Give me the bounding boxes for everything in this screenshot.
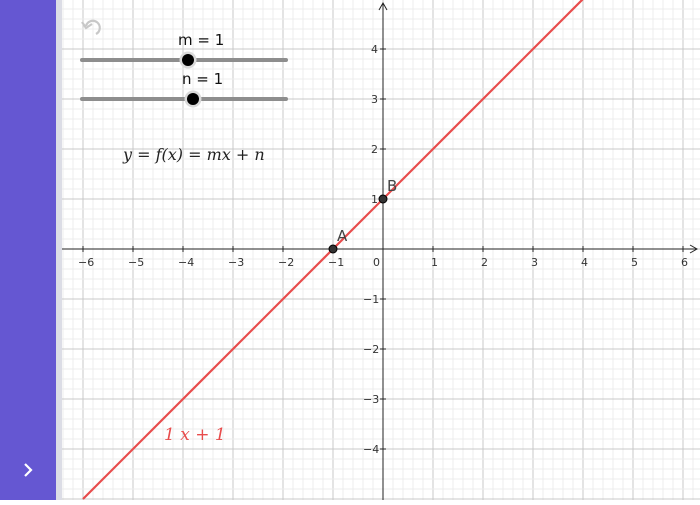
undo-icon[interactable] xyxy=(81,19,101,35)
graphics-view[interactable]: −6 −5 −4 −3 −2 −1 0 1 2 3 4 5 6 4 3 2 1 −1 −2 −3 −4 AB 1 x +… xyxy=(52,0,700,500)
point-a[interactable] xyxy=(328,244,338,254)
slider-m-handle[interactable] xyxy=(179,51,197,69)
x-tick-label: −6 xyxy=(78,256,94,269)
x-tick-label: −3 xyxy=(228,256,244,269)
slider-n-label: n = 1 xyxy=(182,70,223,88)
y-tick-label: 2 xyxy=(371,143,378,156)
slider-m-label: m = 1 xyxy=(178,31,224,49)
point-a-label: A xyxy=(337,227,348,245)
x-tick-label: −1 xyxy=(328,256,344,269)
slider-n-handle[interactable] xyxy=(184,90,202,108)
x-tick-label: 3 xyxy=(531,256,538,269)
x-tick-label: 6 xyxy=(681,256,688,269)
y-tick-label: −2 xyxy=(363,343,379,356)
y-tick-label: 4 xyxy=(371,43,378,56)
x-tick-label: −2 xyxy=(278,256,294,269)
y-tick-label: −1 xyxy=(363,293,379,306)
y-tick-label: −3 xyxy=(363,393,379,406)
x-tick-label: 1 xyxy=(431,256,438,269)
function-label[interactable]: 1 x + 1 xyxy=(164,425,226,445)
x-tick-label: −4 xyxy=(178,256,194,269)
x-tick-label: 5 xyxy=(631,256,638,269)
point-b[interactable] xyxy=(378,194,388,204)
point-b-label: B xyxy=(387,177,397,195)
expand-sidebar-button[interactable] xyxy=(14,456,42,484)
y-tick-label: 3 xyxy=(371,93,378,106)
x-tick-label: 2 xyxy=(481,256,488,269)
chevron-right-icon xyxy=(24,463,33,477)
sidebar xyxy=(0,0,56,500)
x-tick-label: 0 xyxy=(373,256,380,269)
x-tick-label: −5 xyxy=(128,256,144,269)
x-tick-label: 4 xyxy=(581,256,588,269)
y-tick-label: −4 xyxy=(363,443,379,456)
formula-text: y = f(x) = mx + n xyxy=(122,145,265,164)
